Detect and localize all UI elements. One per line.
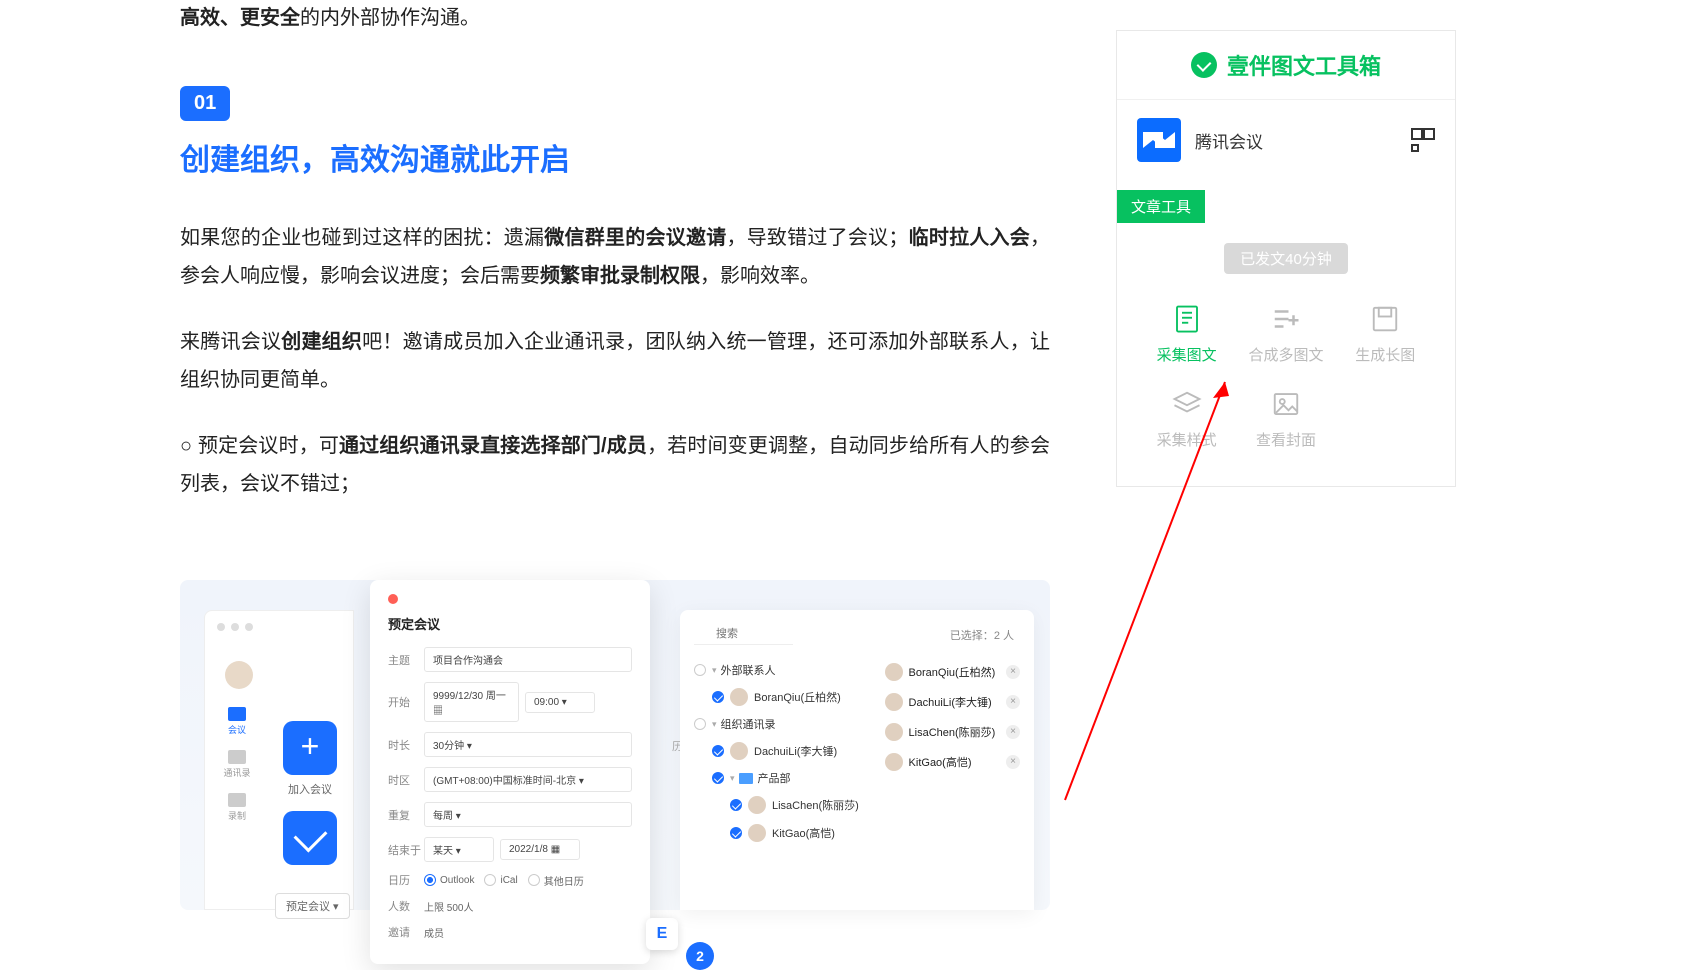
remove-icon[interactable]: × [1006,725,1020,739]
org-row[interactable]: 腾讯会议 [1117,100,1455,180]
join-label: 加入会议 [283,781,337,797]
avatar [225,661,253,689]
selector-card: 已选择：2 人 ▾外部联系人 BoranQiu(丘柏然) ▾组织通讯录 Dach… [680,610,1034,910]
remove-icon[interactable]: × [1006,695,1020,709]
section-title: 创建组织，高效沟通就此开启 [180,135,1050,179]
invite-text: 成员 [424,925,444,940]
tool-collect-style[interactable]: 采集样式 [1137,377,1236,462]
window-dots-icon [217,623,253,631]
tree-person[interactable]: BoranQiu(丘柏然) [712,683,877,711]
remove-icon[interactable]: × [1006,665,1020,679]
illustration: 会议 通讯录 录制 + 加入会议 预定会议 ▾ 预定会议 主题项目合作沟通会 开… [180,580,1050,910]
section-tag: 文章工具 [1117,190,1205,223]
video-icon [228,707,246,721]
tab-meeting[interactable]: 会议 [219,707,255,736]
check-circle-icon [1191,52,1217,78]
tree-external[interactable]: ▾外部联系人 [694,657,877,683]
tab-record[interactable]: 录制 [219,793,255,822]
tab-contacts[interactable]: 通讯录 [219,750,255,779]
capacity-text: 上限 500人 [424,899,473,914]
avatar [885,753,903,771]
cal-other-radio[interactable]: 其他日历 [528,873,584,888]
selected-item: DachuiLi(李大锤)× [885,687,1020,717]
start-date-input[interactable]: 9999/12/30 周一 ▦ [424,682,519,722]
publish-time: 已发文40分钟 [1224,243,1348,274]
document-icon [1171,304,1203,334]
intro-text: 高效、更安全的内外部协作沟通。 [180,0,1050,36]
schedule-card: 预定会议 主题项目合作沟通会 开始9999/12/30 周一 ▦09:00 ▾ … [370,580,650,964]
remove-icon[interactable]: × [1006,755,1020,769]
qrcode-icon[interactable] [1411,128,1435,152]
selected-count: 已选择：2 人 [950,627,1014,643]
contacts-icon [228,750,246,764]
avatar [730,688,748,706]
avatar [885,723,903,741]
tool-collect-article[interactable]: 采集图文 [1137,292,1236,377]
paragraph-3: ○ 预定会议时，可通过组织通讯录直接选择部门/成员，若时间变更调整，自动同步给所… [180,427,1050,503]
paragraph-2: 来腾讯会议创建组织吧！邀请成员加入企业通讯录，团队纳入统一管理，还可添加外部联系… [180,323,1050,399]
close-dot-icon[interactable] [388,594,398,604]
join-button[interactable]: + [283,721,337,775]
list-plus-icon [1270,304,1302,334]
avatar [885,663,903,681]
selected-item: BoranQiu(丘柏然)× [885,657,1020,687]
tool-view-cover[interactable]: 查看封面 [1236,377,1335,462]
duration-input[interactable]: 30分钟 ▾ [424,732,632,757]
schedule-title: 预定会议 [388,614,632,633]
end-sel-input[interactable]: 某天 ▾ [424,837,494,862]
end-date-input[interactable]: 2022/1/8 ▦ [500,839,580,860]
start-time-input[interactable]: 09:00 ▾ [525,692,595,713]
app-sidebar-mock: 会议 通讯录 录制 + 加入会议 预定会议 ▾ [204,610,354,910]
tree-org[interactable]: ▾组织通讯录 [694,711,877,737]
tree-person[interactable]: DachuiLi(李大锤) [712,737,877,765]
selected-item: KitGao(高恺)× [885,747,1020,777]
search-input[interactable] [694,624,793,645]
selected-item: LisaChen(陈丽莎)× [885,717,1020,747]
tree-person[interactable]: KitGao(高恺) [730,819,877,847]
cal-outlook-radio[interactable]: Outlook [424,874,474,886]
tool-longimage[interactable]: 生成长图 [1336,292,1435,377]
save-icon [1369,304,1401,334]
topic-input[interactable]: 项目合作沟通会 [424,647,632,672]
avatar [885,693,903,711]
cal-ical-radio[interactable]: iCal [484,874,517,886]
tool-merge[interactable]: 合成多图文 [1236,292,1335,377]
avatar [748,824,766,842]
record-icon [228,793,246,807]
avatar [748,796,766,814]
repeat-input[interactable]: 每周 ▾ [424,802,632,827]
step-badge: 2 [686,942,714,970]
confirm-button[interactable] [283,811,337,865]
timezone-input[interactable]: (GMT+08:00)中国标准时间-北京 ▾ [424,767,632,792]
layers-icon [1171,389,1203,419]
toolbox-sidebar: 壹伴图文工具箱 腾讯会议 文章工具 已发文40分钟 采集图文 合成多图文 生成长… [1116,30,1456,487]
toolbox-header: 壹伴图文工具箱 [1117,31,1455,100]
paragraph-1: 如果您的企业也碰到过这样的困扰：遗漏微信群里的会议邀请，导致错过了会议；临时拉人… [180,219,1050,295]
tencent-meeting-icon [1137,118,1181,162]
section-number: 01 [180,86,230,121]
avatar [730,742,748,760]
tree-dept[interactable]: ▾产品部 [712,765,877,791]
contact-float-icon[interactable]: E [646,918,678,950]
tree-person[interactable]: LisaChen(陈丽莎) [730,791,877,819]
schedule-dropdown[interactable]: 预定会议 ▾ [275,893,350,919]
image-icon [1270,389,1302,419]
folder-icon [739,773,753,784]
